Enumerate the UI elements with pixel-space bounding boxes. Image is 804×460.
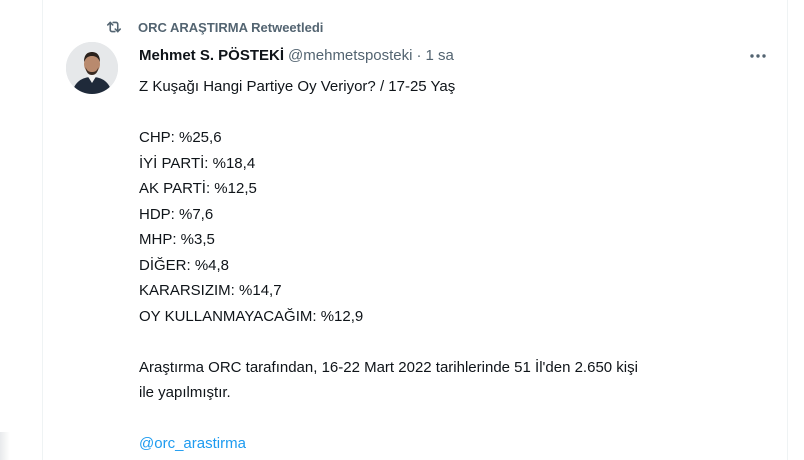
more-horizontal-icon bbox=[748, 46, 768, 66]
author-name[interactable]: Mehmet S. PÖSTEKİ bbox=[139, 47, 284, 64]
result-line: OY KULLANMAYACAĞIM: %12,9 bbox=[139, 307, 364, 325]
retweeted-by-link[interactable]: ORC ARAŞTIRMA Retweetledi bbox=[138, 20, 323, 35]
page-edge-shadow bbox=[0, 432, 10, 460]
line-break bbox=[139, 100, 779, 126]
tweet-timestamp[interactable]: 1 sa bbox=[425, 47, 453, 64]
tweet-title-line: Z Kuşağı Hangi Partiye Oy Veriyor? / 17-… bbox=[139, 78, 456, 95]
methodology-line: Araştırma ORC tarafından, 16-22 Mart 202… bbox=[139, 358, 638, 376]
result-line: MHP: %3,5 bbox=[139, 231, 215, 248]
tweet-header: Mehmet S. PÖSTEKİ @mehmetsposteki · 1 sa bbox=[139, 44, 454, 66]
social-context: ORC ARAŞTIRMA Retweetledi bbox=[104, 17, 323, 37]
author-handle[interactable]: @mehmetsposteki bbox=[288, 47, 412, 64]
result-line: KARARSIZIM: %14,7 bbox=[139, 282, 282, 299]
author-avatar[interactable] bbox=[66, 42, 118, 94]
result-line: CHP: %25,6 bbox=[139, 129, 222, 146]
mention-link[interactable]: @orc_arastirma bbox=[139, 431, 779, 457]
result-line: AK PARTİ: %12,5 bbox=[139, 180, 257, 197]
result-line: DİĞER: %4,8 bbox=[139, 256, 230, 274]
tweet-text: Z Kuşağı Hangi Partiye Oy Veriyor? / 17-… bbox=[139, 74, 779, 457]
line-break bbox=[139, 406, 779, 432]
more-options-button[interactable] bbox=[748, 46, 768, 66]
methodology-line: ile yapılmıştır. bbox=[139, 384, 231, 401]
line-break bbox=[139, 329, 779, 355]
header-separator: · bbox=[416, 46, 422, 64]
timeline-border-right bbox=[787, 0, 788, 460]
tweet-page: ORC ARAŞTIRMA Retweetledi Mehmet S. PÖST… bbox=[0, 0, 804, 460]
result-line: İYİ PARTİ: %18,4 bbox=[139, 154, 256, 172]
retweet-icon bbox=[104, 17, 124, 37]
timeline-border-left bbox=[42, 0, 43, 460]
result-line: HDP: %7,6 bbox=[139, 205, 214, 223]
